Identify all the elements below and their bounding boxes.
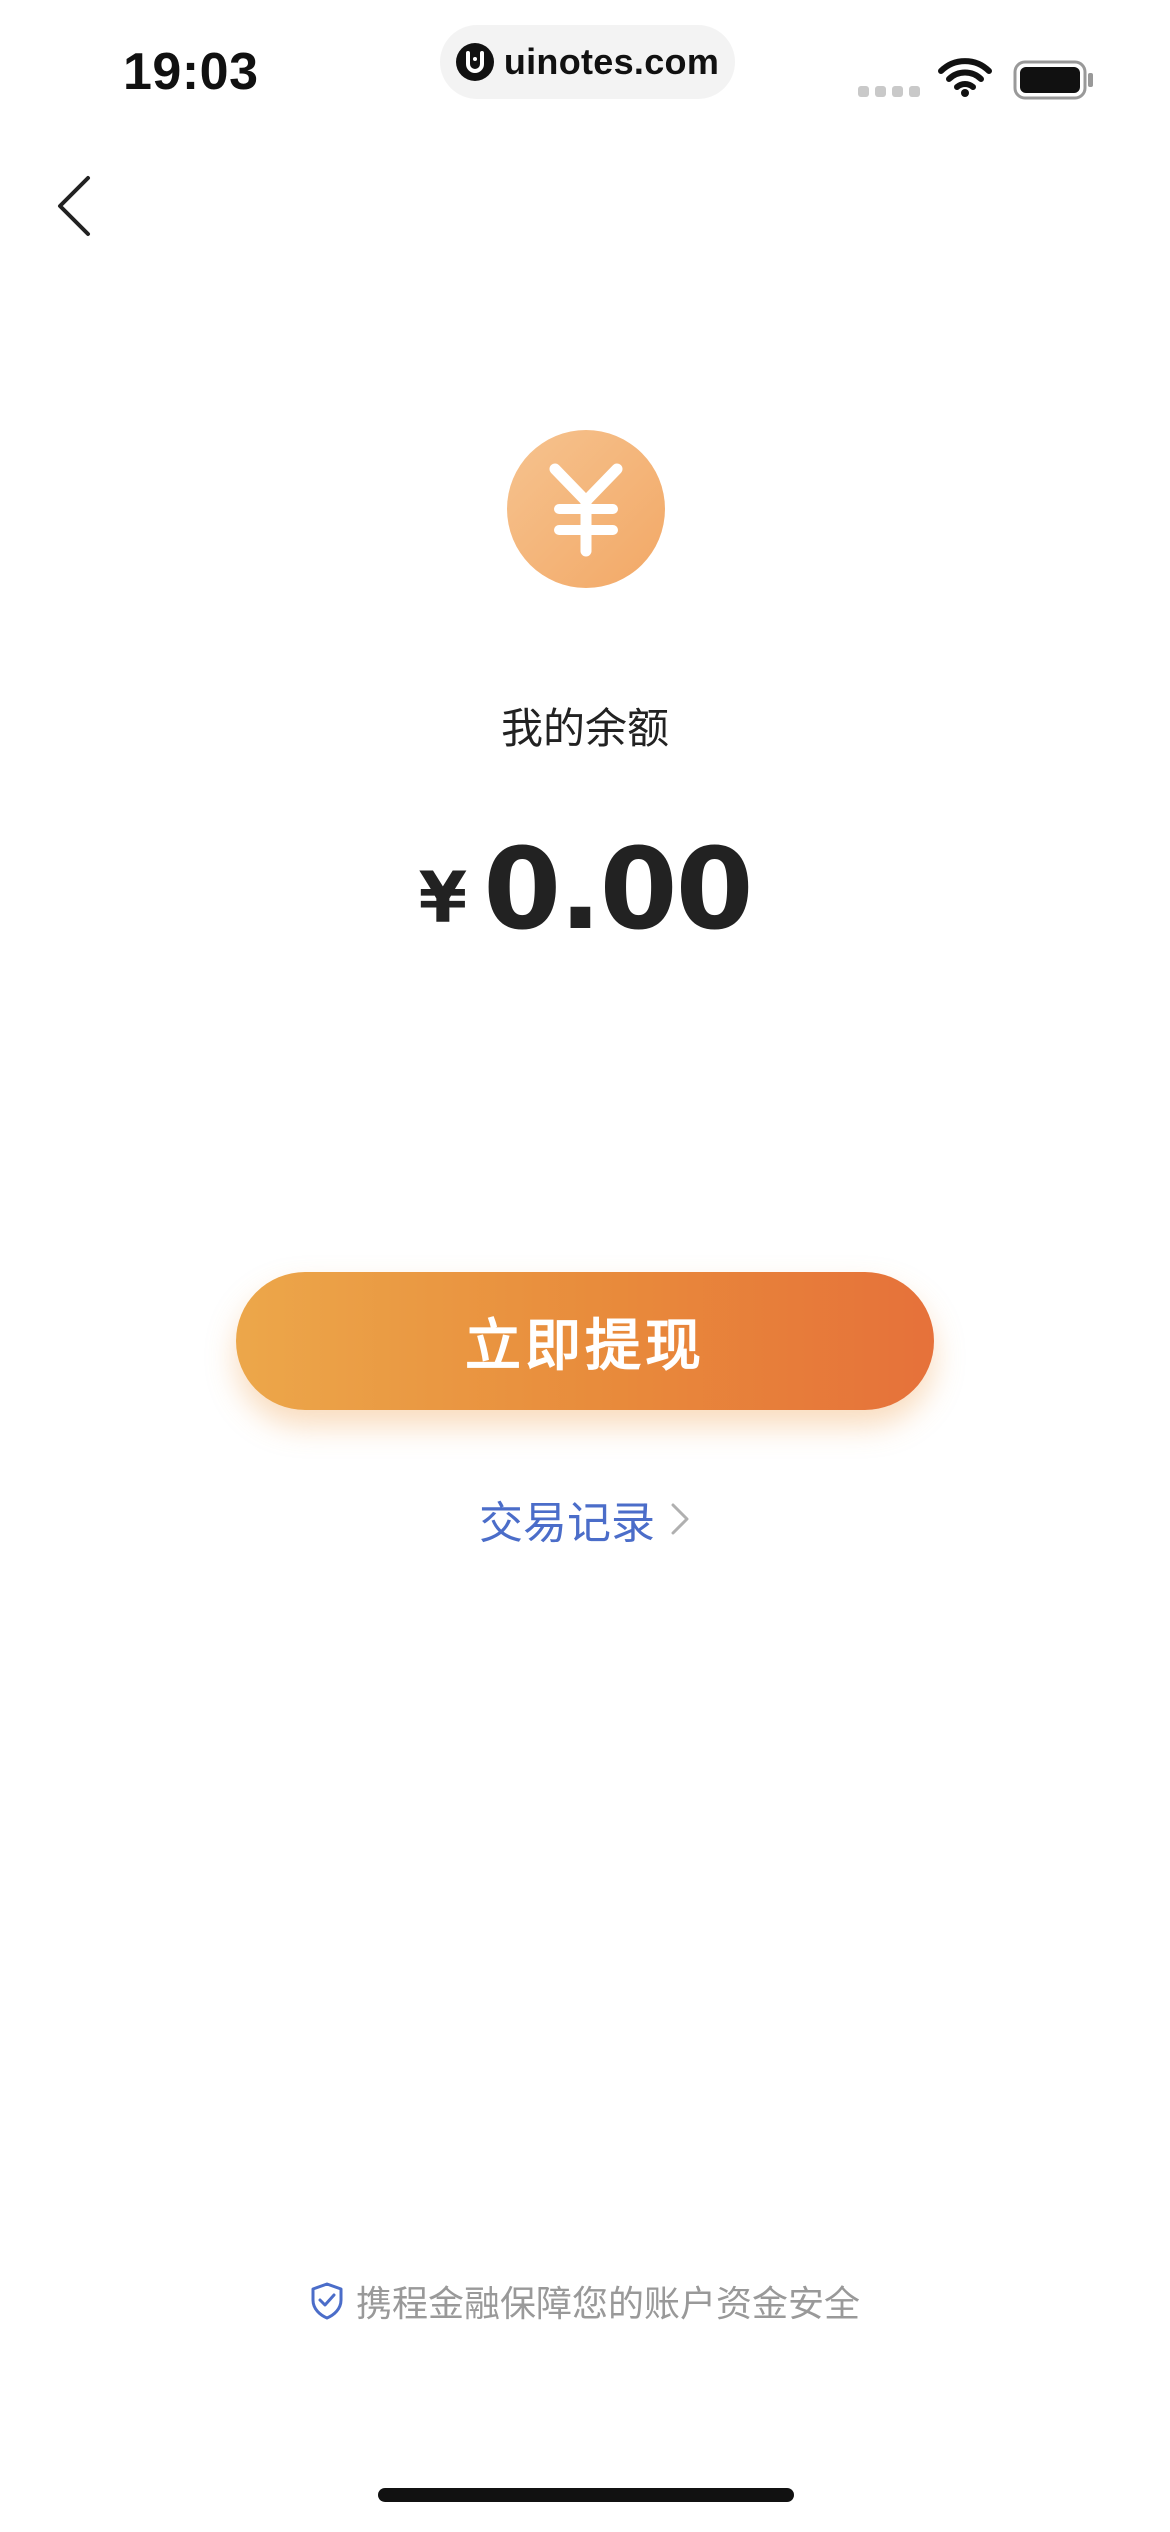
site-logo-icon [455, 43, 494, 81]
url-text: uinotes.com [503, 41, 720, 82]
chevron-left-icon [58, 176, 90, 236]
back-button[interactable] [52, 170, 112, 240]
transaction-records-link[interactable]: 交易记录 [0, 1487, 1170, 1551]
balance-value: 0.00 [483, 825, 753, 955]
wifi-icon [938, 58, 992, 102]
shield-check-icon [311, 2282, 343, 2320]
currency-symbol: ¥ [418, 857, 468, 939]
yuan-coin-icon [507, 430, 665, 588]
url-pill[interactable]: uinotes.com [440, 25, 735, 99]
balance-label: 我的余额 [500, 704, 669, 753]
status-bar: 19:03 uinotes.com [0, 0, 1170, 150]
battery-icon [1013, 60, 1095, 104]
home-indicator [378, 2488, 794, 2502]
status-time: 19:03 [123, 43, 259, 101]
security-text: 携程金融保障您的账户资金安全 [355, 2284, 860, 2325]
balance-amount: ¥0.00 [0, 825, 1170, 955]
signal-icon [858, 86, 920, 97]
transaction-records-label: 交易记录 [479, 1498, 655, 1549]
chevron-right-icon [671, 1503, 689, 1535]
withdraw-button[interactable]: 立即提现 [236, 1272, 934, 1410]
security-note: 携程金融保障您的账户资金安全 [0, 2275, 1170, 2327]
